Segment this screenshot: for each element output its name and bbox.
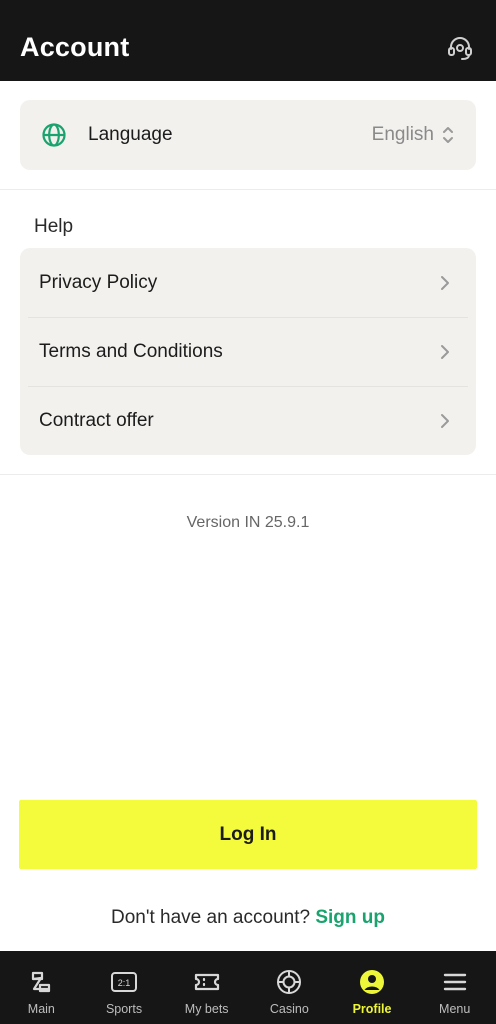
help-list: Privacy Policy Terms and Conditions Cont… <box>20 248 476 455</box>
contract-offer-link[interactable]: Contract offer <box>20 386 476 455</box>
nav-label: Menu <box>439 1002 471 1016</box>
terms-and-conditions-link[interactable]: Terms and Conditions <box>20 317 476 386</box>
casino-chip-icon <box>274 967 304 997</box>
signup-prompt: Don't have an account? Sign up <box>0 907 496 929</box>
nav-item-sports[interactable]: 2:1 Sports <box>83 951 166 1024</box>
language-value: English <box>371 124 434 145</box>
nav-item-menu[interactable]: Menu <box>413 951 496 1024</box>
language-label: Language <box>88 124 173 145</box>
page-title: Account <box>20 32 130 62</box>
sports-icon: 2:1 <box>109 967 139 997</box>
help-item-label: Contract offer <box>39 409 154 431</box>
nav-label: My bets <box>184 1002 229 1016</box>
app-header: Account <box>0 14 496 81</box>
signup-link[interactable]: Sign up <box>315 907 385 928</box>
nav-item-casino[interactable]: Casino <box>248 951 331 1024</box>
bottom-nav: Main 2:1 Sports My bets Casino Profile M… <box>0 951 496 1024</box>
language-selector[interactable]: Language English <box>20 100 476 170</box>
headset-icon <box>448 36 472 60</box>
divider <box>0 189 496 190</box>
nav-label: Profile <box>352 1002 392 1016</box>
nav-item-main[interactable]: Main <box>0 951 83 1024</box>
help-item-label: Terms and Conditions <box>39 340 223 362</box>
help-section-title: Help <box>34 216 74 237</box>
support-button[interactable] <box>444 32 476 64</box>
nav-label: Sports <box>105 1002 143 1016</box>
signup-prompt-text: Don't have an account? <box>111 907 311 928</box>
menu-icon <box>440 967 470 997</box>
globe-icon <box>40 121 68 149</box>
chevron-right-icon <box>441 344 449 359</box>
ticket-icon <box>192 967 222 997</box>
help-item-label: Privacy Policy <box>39 271 158 293</box>
nav-label: Main <box>27 1002 55 1016</box>
nav-label: Casino <box>269 1002 309 1016</box>
svg-text:2:1: 2:1 <box>118 978 131 988</box>
chevron-right-icon <box>441 275 449 290</box>
nav-item-my-bets[interactable]: My bets <box>165 951 248 1024</box>
version-text: Version IN 25.9.1 <box>186 514 310 531</box>
chevron-up-down-icon <box>440 124 456 146</box>
nav-item-profile[interactable]: Profile <box>331 951 414 1024</box>
chevron-right-icon <box>441 413 449 428</box>
profile-icon <box>357 967 387 997</box>
privacy-policy-link[interactable]: Privacy Policy <box>20 248 476 317</box>
main-icon <box>26 967 56 997</box>
divider <box>0 474 496 475</box>
status-bar <box>0 0 496 14</box>
login-button[interactable]: Log In <box>19 800 477 869</box>
